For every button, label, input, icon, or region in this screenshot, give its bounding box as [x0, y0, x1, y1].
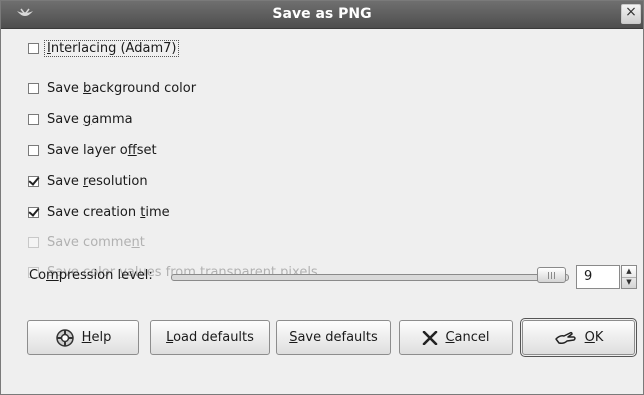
save-defaults-button[interactable]: Save defaults [276, 320, 391, 355]
save-as-png-dialog: Save as PNG × Interlacing (Adam7) Save b… [0, 0, 644, 395]
ok-label: OK [584, 330, 604, 345]
close-button[interactable]: × [621, 4, 641, 24]
interlacing-label: Interlacing (Adam7) [44, 39, 180, 57]
ok-hand-icon [554, 329, 578, 347]
compression-value-input[interactable]: 9 [576, 265, 620, 289]
save-gamma-checkbox[interactable] [28, 113, 39, 125]
save-creation-time-checkbox[interactable] [28, 206, 39, 218]
save-gamma-option[interactable]: Save gamma [28, 108, 133, 130]
save-creation-time-label: Save creation time [47, 204, 170, 220]
save-resolution-checkbox[interactable] [28, 175, 39, 187]
load-defaults-label: Load defaults [166, 330, 254, 345]
load-defaults-button[interactable]: Load defaults [150, 320, 270, 355]
cancel-x-icon [422, 330, 438, 345]
title-bar: Save as PNG × [1, 1, 643, 29]
close-icon: × [625, 4, 637, 20]
interlacing-checkbox[interactable] [28, 42, 39, 54]
save-background-color-option[interactable]: Save background color [28, 77, 196, 99]
spin-down-icon[interactable]: ▼ [622, 277, 636, 288]
save-background-color-checkbox[interactable] [28, 82, 39, 94]
help-label: Help [81, 330, 112, 345]
save-background-color-label: Save background color [47, 80, 197, 96]
compression-level-label: Compression level: [29, 268, 153, 283]
save-creation-time-option[interactable]: Save creation time [28, 201, 170, 223]
interlacing-option[interactable]: Interlacing (Adam7) [28, 37, 180, 59]
save-comment-option: Save comment [28, 231, 145, 253]
save-gamma-label: Save gamma [47, 111, 133, 127]
ok-button[interactable]: OK [520, 318, 637, 357]
compression-spinbutton[interactable]: 9 ▲ ▼ [576, 265, 638, 291]
save-resolution-option[interactable]: Save resolution [28, 170, 148, 192]
save-resolution-label: Save resolution [47, 173, 148, 189]
help-button[interactable]: Help [27, 320, 139, 355]
save-layer-offset-label: Save layer offset [47, 142, 157, 158]
save-layer-offset-checkbox[interactable] [28, 144, 39, 156]
compression-spin-buttons: ▲ ▼ [621, 265, 637, 289]
save-comment-label: Save comment [47, 234, 145, 250]
save-comment-checkbox [28, 236, 39, 248]
save-defaults-label: Save defaults [289, 330, 378, 345]
window-title: Save as PNG [272, 6, 372, 22]
compression-slider-track[interactable] [171, 274, 569, 281]
help-lifebuoy-icon [55, 328, 75, 348]
compression-slider-thumb[interactable] [537, 267, 566, 283]
cancel-label: Cancel [445, 330, 490, 345]
cancel-button[interactable]: Cancel [399, 320, 513, 355]
save-layer-offset-option[interactable]: Save layer offset [28, 139, 157, 161]
